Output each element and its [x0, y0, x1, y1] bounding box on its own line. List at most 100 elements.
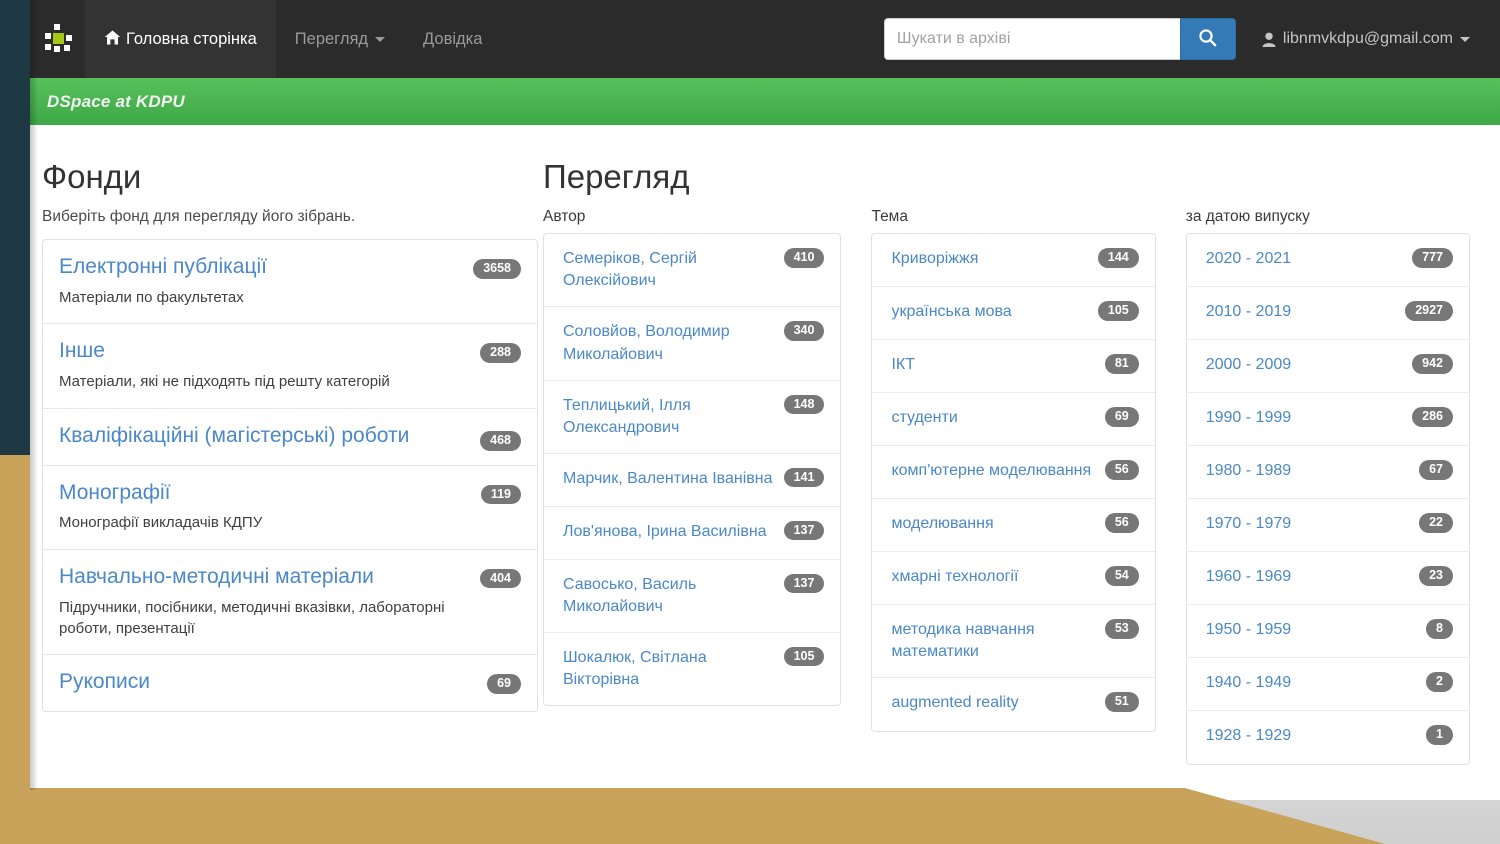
browse-list-item[interactable]: методика навчання математики 53 — [872, 605, 1155, 679]
browse-item-label[interactable]: 1950 - 1959 — [1206, 621, 1291, 638]
browse-list-item[interactable]: студенти 69 — [872, 393, 1155, 447]
community-item[interactable]: Електронні публікації 3658 Матеріали по фа… — [43, 240, 537, 325]
browse-list-item[interactable]: комп'ютерне моделювання 56 — [872, 446, 1155, 500]
browse-list-item[interactable]: Марчик, Валентина Іванівна 141 — [544, 454, 841, 507]
browse-list-item[interactable]: augmented reality 51 — [872, 678, 1154, 731]
browse-list-item[interactable]: 1970 - 1979 22 — [1186, 499, 1469, 553]
navbar: Головна сторінка Перегляд Довідка Шукати… — [30, 0, 1500, 78]
browse-item-label[interactable]: Криворіжжя — [891, 250, 978, 267]
community-name[interactable]: Інше — [59, 338, 521, 365]
browse-list-item[interactable]: Савосько, Василь Миколайович 137 — [544, 560, 841, 633]
community-item[interactable]: Монографії 119 Монографії викладачів КДПУ — [43, 466, 537, 550]
browse-list-item[interactable]: Криворіжжя 144 — [872, 234, 1155, 288]
browse-list-item[interactable]: українська мова 105 — [872, 287, 1155, 341]
presentation-slide: Головна сторінка Перегляд Довідка Шукати… — [0, 0, 1500, 844]
community-name[interactable]: Кваліфікаційні (магістерські) роботи — [59, 423, 521, 450]
browse-item-count-badge: 2927 — [1405, 301, 1453, 321]
browse-item-count-badge: 1 — [1426, 725, 1453, 745]
browse-item-label[interactable]: українська мова — [891, 303, 1011, 320]
browse-item-label[interactable]: 1970 - 1979 — [1206, 515, 1291, 532]
browse-list-item[interactable]: хмарні технології 54 — [872, 552, 1155, 606]
community-count-badge: 288 — [480, 343, 521, 363]
browse-list-item[interactable]: 1990 - 1999 286 — [1186, 393, 1469, 447]
browser-screenshot: Головна сторінка Перегляд Довідка Шукати… — [30, 0, 1500, 800]
browse-column-label: Тема — [871, 208, 908, 226]
navbar-right: libnmvkdpu@gmail.com — [883, 0, 1500, 78]
browse-list-item[interactable]: 1928 - 1929 1 — [1187, 711, 1469, 764]
browse-item-label[interactable]: augmented reality — [891, 694, 1018, 711]
browse-item-label[interactable]: Теплицький, Ілля Олександрович — [563, 397, 691, 436]
page-content: Фонди Виберіть фонд для перегляду його з… — [30, 125, 1500, 766]
browse-list-item[interactable]: 1950 - 1959 8 — [1186, 605, 1469, 659]
browse-item-count-badge: 141 — [783, 467, 825, 488]
chevron-down-icon — [1460, 36, 1470, 42]
community-name[interactable]: Монографії — [59, 480, 521, 507]
browse-list-item[interactable]: Семеріков, Сергій Олексійович 410 — [544, 234, 841, 308]
community-item[interactable]: Інше 288 Матеріали, які не підходять під р… — [43, 324, 537, 409]
user-menu[interactable]: libnmvkdpu@gmail.com — [1262, 30, 1470, 48]
browse-item-label[interactable]: 1928 - 1929 — [1206, 727, 1291, 744]
nav-item-home[interactable]: Головна сторінка — [85, 0, 276, 78]
browse-list-item[interactable]: Шокалюк, Світлана Вікторівна 105 — [544, 633, 840, 705]
browse-item-label[interactable]: 2000 - 2009 — [1206, 356, 1291, 373]
community-description: Монографії викладачів КДПУ — [59, 514, 263, 532]
browse-item-label[interactable]: студенти — [891, 409, 957, 426]
nav-item-help[interactable]: Довідка — [404, 0, 501, 78]
browse-item-label[interactable]: методика навчання математики — [891, 621, 1034, 660]
browse-list-item[interactable]: 2000 - 2009 942 — [1186, 340, 1469, 394]
community-description: Матеріали по факультетах — [59, 289, 244, 307]
browse-column: за датою випуску 2020 - 2021 777 2010 - 201… — [1185, 208, 1470, 766]
browse-item-count-badge: 340 — [783, 321, 825, 341]
browse-list-item[interactable]: 1940 - 1949 2 — [1186, 658, 1469, 712]
browse-list-item[interactable]: Соловйов, Володимир Миколайович 340 — [544, 307, 841, 381]
browse-item-label[interactable]: 2010 - 2019 — [1206, 303, 1291, 320]
communities-list: Електронні публікації 3658 Матеріали по фа… — [42, 239, 538, 713]
community-item[interactable]: Рукописи 69 — [43, 655, 537, 711]
search-input[interactable] — [883, 18, 1180, 60]
community-name[interactable]: Рукописи — [59, 669, 521, 696]
browse-item-label[interactable]: ІКТ — [891, 356, 915, 373]
community-count-badge: 404 — [480, 568, 521, 589]
browse-item-label[interactable]: хмарні технології — [891, 568, 1018, 585]
community-name[interactable]: Навчально-методичні матеріали — [59, 564, 521, 591]
community-count-badge: 3658 — [473, 259, 521, 279]
community-count-badge: 119 — [480, 484, 521, 505]
nav-links: Головна сторінка Перегляд Довідка — [85, 0, 501, 78]
browse-item-label[interactable]: Савосько, Василь Миколайович — [563, 576, 696, 615]
nav-item-home-label: Головна сторінка — [126, 29, 257, 48]
browse-item-label[interactable]: 1980 - 1989 — [1206, 462, 1291, 479]
dspace-logo[interactable] — [30, 0, 85, 78]
browse-item-label[interactable]: 2020 - 2021 — [1206, 250, 1291, 267]
browse-item-label[interactable]: Шокалюк, Світлана Вікторівна — [563, 649, 707, 688]
browse-item-label[interactable]: 1960 - 1969 — [1206, 568, 1291, 585]
nav-item-help-label: Довідка — [423, 29, 483, 48]
community-item[interactable]: Навчально-методичні матеріали 404 Підручни… — [43, 550, 537, 656]
browse-item-count-badge: 137 — [783, 573, 825, 594]
browse-item-label[interactable]: Марчик, Валентина Іванівна — [563, 470, 773, 487]
browse-item-label[interactable]: 1990 - 1999 — [1206, 409, 1291, 426]
browse-list-item[interactable]: Теплицький, Ілля Олександрович 148 — [544, 381, 841, 454]
decor-gold-bottom-band — [0, 788, 1185, 844]
search-button[interactable] — [1179, 18, 1236, 60]
home-icon — [104, 30, 121, 50]
browse-list-item[interactable]: 2020 - 2021 777 — [1186, 234, 1469, 288]
browse-list-item[interactable]: ІКТ 81 — [872, 340, 1155, 394]
browse-item-label[interactable]: Соловйов, Володимир Миколайович — [563, 323, 730, 362]
community-name[interactable]: Електронні публікації — [59, 254, 521, 281]
community-item[interactable]: Кваліфікаційні (магістерські) роботи 468 — [43, 409, 537, 466]
browse-item-count-badge: 286 — [1412, 407, 1453, 427]
browse-item-label[interactable]: моделювання — [891, 515, 993, 532]
browse-list-item[interactable]: 2010 - 2019 2927 — [1186, 287, 1469, 341]
browse-list-item[interactable]: моделювання 56 — [872, 499, 1155, 553]
browse-list: Криворіжжя 144 українська мова 105 ІКТ 81 студ… — [871, 233, 1156, 733]
nav-item-browse[interactable]: Перегляд — [276, 0, 404, 78]
browse-list-item[interactable]: 1980 - 1989 67 — [1186, 446, 1469, 500]
site-banner-title: DSpace at KDPU — [47, 91, 185, 111]
browse-item-label[interactable]: Семеріков, Сергій Олексійович — [563, 250, 697, 289]
browse-item-label[interactable]: Лов'янова, Ірина Василівна — [563, 523, 767, 540]
browse-list-item[interactable]: Лов'янова, Ірина Василівна 137 — [544, 507, 841, 560]
browse-item-label[interactable]: 1940 - 1949 — [1206, 674, 1291, 691]
browse-item-label[interactable]: комп'ютерне моделювання — [891, 462, 1091, 479]
browse-list-item[interactable]: 1960 - 1969 23 — [1186, 552, 1469, 606]
browse-column: Тема Криворіжжя 144 українська мова 105 ІКТ 81… — [871, 208, 1156, 765]
